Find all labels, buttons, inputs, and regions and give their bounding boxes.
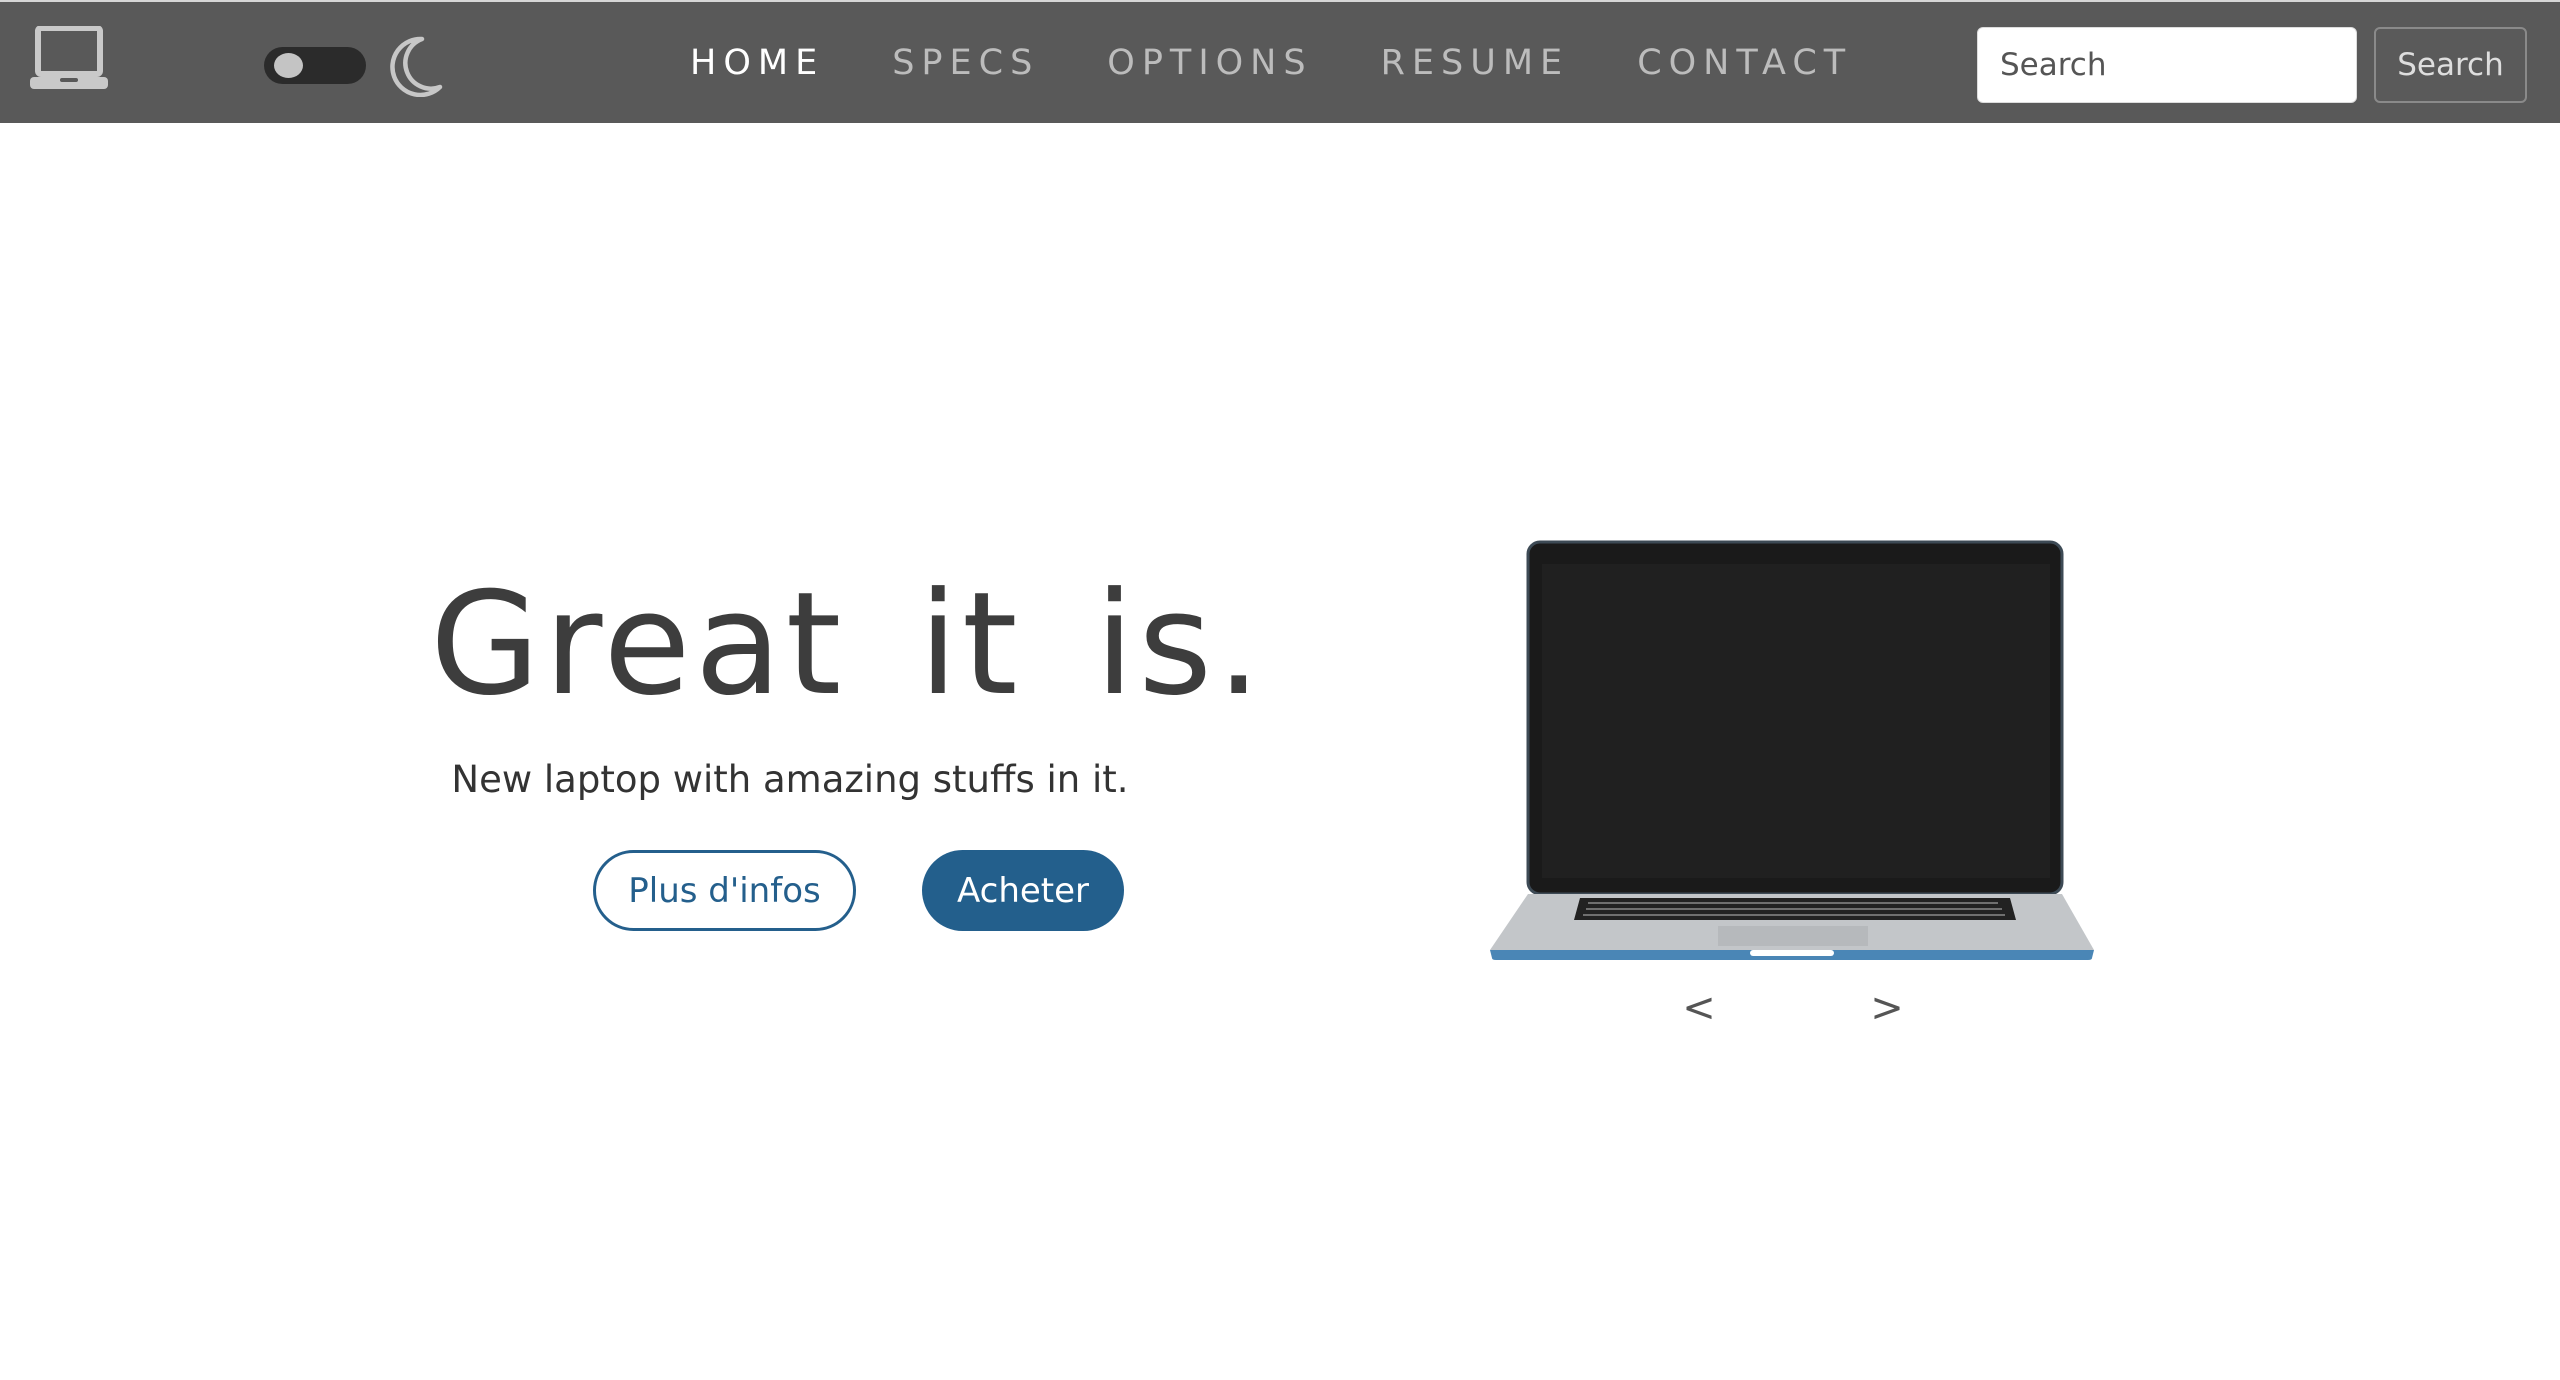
more-info-button[interactable]: Plus d'infos: [593, 850, 856, 931]
navbar: HOME SPECS OPTIONS RESUME CONTACT Search: [0, 0, 2560, 123]
moon-icon: [390, 36, 443, 97]
nav-link-options[interactable]: OPTIONS: [1107, 43, 1312, 83]
nav-link-resume[interactable]: RESUME: [1381, 43, 1570, 83]
hero-subtitle: New laptop with amazing stuffs in it.: [451, 758, 1129, 801]
nav-link-home[interactable]: HOME: [690, 43, 824, 83]
nav-links: HOME SPECS OPTIONS RESUME CONTACT: [690, 38, 1920, 88]
toggle-knob: [274, 53, 303, 78]
search-button[interactable]: Search: [2374, 27, 2527, 103]
nav-link-specs[interactable]: SPECS: [892, 43, 1039, 83]
hero-title: Great it is.: [430, 562, 1266, 727]
buy-button[interactable]: Acheter: [922, 850, 1124, 931]
theme-toggle[interactable]: [264, 47, 366, 84]
carousel-next-button[interactable]: >: [1862, 983, 1912, 1033]
laptop-image: [1490, 540, 2094, 960]
carousel-prev-button[interactable]: <: [1674, 983, 1724, 1033]
nav-link-contact[interactable]: CONTACT: [1637, 43, 1852, 83]
search-input[interactable]: [1977, 27, 2357, 103]
laptop-icon[interactable]: [30, 26, 108, 92]
